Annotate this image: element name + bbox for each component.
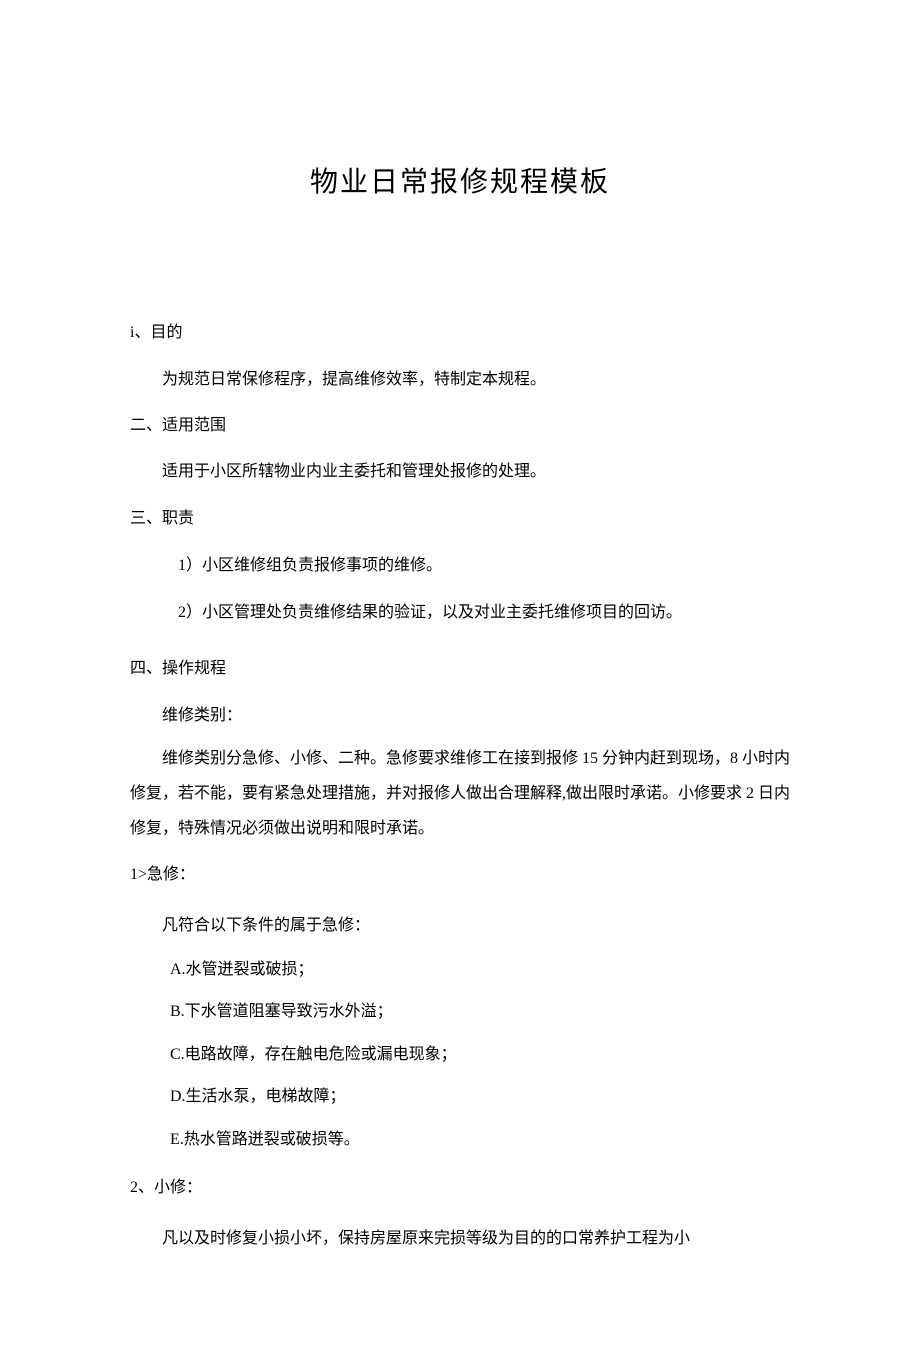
section-3-item-1: 1）小区维修组负责报修事项的维修。 xyxy=(130,547,790,585)
document-title: 物业日常报修规程模板 xyxy=(130,160,790,200)
section-3-item-2: 2）小区管理处负责维修结果的验证，以及对业主委托维修项目的回访。 xyxy=(130,594,790,632)
section-5-item-d: D.生活水泵，电梯故障； xyxy=(130,1078,790,1116)
section-5-item-b: B.下水管道阻塞导致污水外溢； xyxy=(130,993,790,1031)
section-4-para: 维修类别分急修、小修、二种。急修要求维修工在接到报修 15 分钟内赶到现场，8 … xyxy=(130,741,790,847)
section-3-heading: 三、职责 xyxy=(130,506,790,532)
section-5-item-e: E.热水管路迸裂或破损等。 xyxy=(130,1121,790,1159)
section-1-heading: i、目的 xyxy=(130,320,790,346)
section-1-body: 为规范日常保修程序，提高维修效率，特制定本规程。 xyxy=(130,362,790,397)
section-6-body: 凡以及时修复小损小坏，保持房屋原来完损等级为目的的口常养护工程为小 xyxy=(130,1221,790,1256)
section-4-heading: 四、操作规程 xyxy=(130,656,790,682)
section-6-heading: 2、小修： xyxy=(130,1175,790,1201)
section-4-sub: 维修类别： xyxy=(130,698,790,733)
section-5-heading: 1>急修： xyxy=(130,862,790,888)
section-2-body: 适用于小区所辖物业内业主委托和管理处报修的处理。 xyxy=(130,454,790,489)
section-5-item-c: C.电路故障，存在触电危险或漏电现象； xyxy=(130,1036,790,1074)
section-5-intro: 凡符合以下条件的属于急修： xyxy=(130,908,790,943)
section-5-item-a: A.水管迸裂或破损； xyxy=(130,951,790,989)
section-2-heading: 二、适用范围 xyxy=(130,413,790,439)
document-page: 物业日常报修规程模板 i、目的 为规范日常保修程序，提高维修效率，特制定本规程。… xyxy=(0,0,920,1364)
